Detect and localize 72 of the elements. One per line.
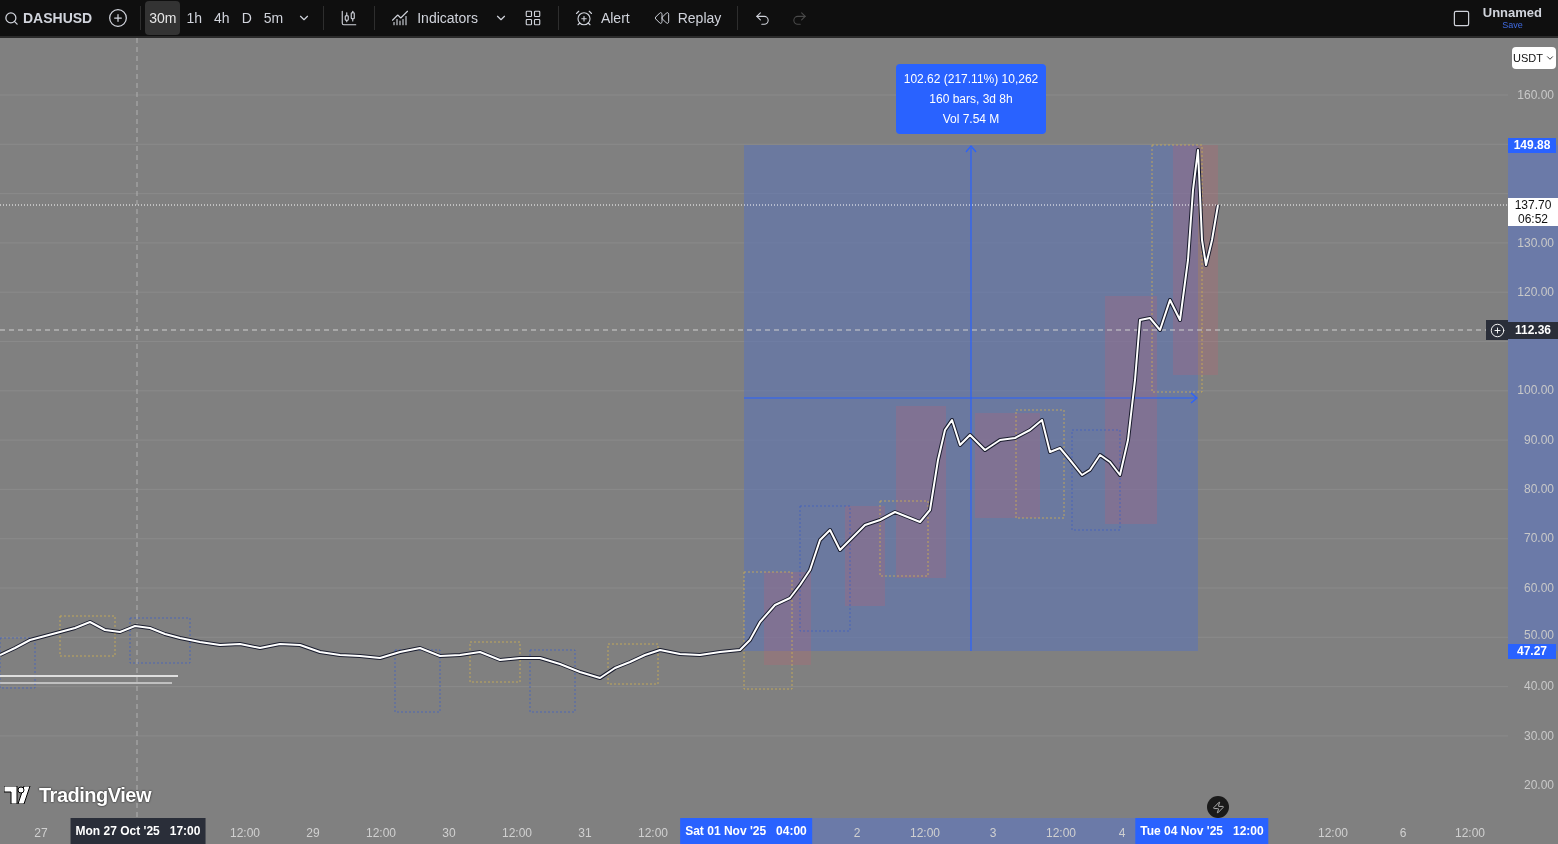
bar-countdown: 06:52	[1517, 212, 1549, 226]
chart-icon	[391, 9, 410, 27]
undo-icon	[754, 9, 772, 27]
price-tick: 160.00	[1517, 88, 1554, 102]
lightning-icon	[1211, 800, 1225, 814]
time-tick: 12:00	[230, 825, 260, 842]
interval-button[interactable]: 1h	[180, 1, 209, 35]
price-tick: 60.00	[1523, 581, 1554, 595]
alarm-clock-icon	[574, 9, 593, 27]
price-tick: 50.00	[1523, 628, 1554, 642]
chevron-down-icon	[1544, 53, 1555, 63]
time-tick: 29	[306, 825, 320, 842]
time-tick: 12:00	[366, 825, 396, 842]
measure-text: 160 bars, 3d 8h	[929, 91, 1013, 108]
price-tick: 100.00	[1517, 383, 1554, 397]
price-tick: 120.00	[1517, 285, 1554, 299]
time-tick: 12:00	[910, 825, 940, 842]
measure-text: 102.62 (217.11%) 10,262	[903, 71, 1039, 88]
time-text: 17:00	[169, 823, 201, 840]
time-tick: 6	[1399, 825, 1407, 842]
symbol-search-button[interactable]: DASHUSD	[0, 7, 101, 29]
time-tick: 30	[442, 825, 456, 842]
time-tick: 27	[34, 825, 48, 842]
last-price: 137.70	[1513, 198, 1553, 212]
layout-name-button[interactable]: Unnamed Save	[1482, 6, 1558, 30]
grid-icon	[523, 9, 542, 27]
time-tick: 3	[989, 825, 997, 842]
price-label: 149.88	[1508, 138, 1556, 153]
date-text: Mon 27 Oct '25	[75, 823, 160, 840]
price-label: 47.27	[1508, 644, 1556, 659]
date-text: Tue 04 Nov '25	[1140, 823, 1223, 840]
date-text: Sat 01 Nov '25	[685, 823, 767, 840]
time-text: 12:00	[1233, 823, 1264, 840]
time-tick: 12:00	[1455, 825, 1485, 842]
time-tick: 12:00	[1318, 825, 1348, 842]
time-tick: 12:00	[1046, 825, 1076, 842]
chart-pane[interactable]: 102.62 (217.11%) 10,262 160 bars, 3d 8h Vol 7.54 M TradingView	[0, 38, 1508, 818]
time-tick: 4	[1118, 825, 1126, 842]
time-tick: 2	[853, 825, 861, 842]
price-tick: 130.00	[1517, 236, 1554, 250]
indicators-button[interactable]: Indicators	[379, 7, 490, 29]
price-tick: 40.00	[1523, 679, 1554, 693]
lightning-button[interactable]	[1207, 796, 1229, 818]
price-tick: 80.00	[1523, 482, 1554, 496]
search-icon	[4, 10, 19, 26]
time-tick: 12:00	[638, 825, 668, 842]
plus-icon	[1489, 322, 1505, 338]
save-link[interactable]: Save	[1502, 21, 1523, 30]
time-tick: 31	[578, 825, 592, 842]
layout-name: Unnamed	[1482, 6, 1542, 19]
plus-icon	[108, 8, 129, 28]
interval-button[interactable]: 5m	[257, 1, 290, 35]
replay-button[interactable]: Replay	[641, 7, 734, 29]
rewind-icon	[653, 10, 670, 26]
crosshair-add-button[interactable]	[1486, 320, 1508, 340]
square-icon	[1451, 8, 1471, 28]
alert-button[interactable]: Alert	[562, 7, 642, 29]
redo-icon	[791, 9, 809, 27]
price-tick: 20.00	[1523, 778, 1554, 792]
candlestick-icon	[340, 9, 359, 27]
interval-button[interactable]: D	[235, 1, 258, 35]
time-text: 04:00	[776, 823, 807, 840]
logo-text: TradingView	[39, 783, 151, 808]
interval-button[interactable]: 30m	[145, 1, 181, 35]
measure-text: Vol 7.54 M	[942, 111, 1000, 128]
interval-button[interactable]: 4h	[208, 1, 236, 35]
crosshair-price-label: 112.36	[1508, 322, 1558, 339]
time-tick: 12:00	[502, 825, 532, 842]
price-tick: 30.00	[1523, 729, 1554, 743]
currency-button[interactable]: USDT	[1512, 47, 1556, 69]
price-tick: 90.00	[1523, 433, 1554, 447]
price-tick: 70.00	[1523, 531, 1554, 545]
